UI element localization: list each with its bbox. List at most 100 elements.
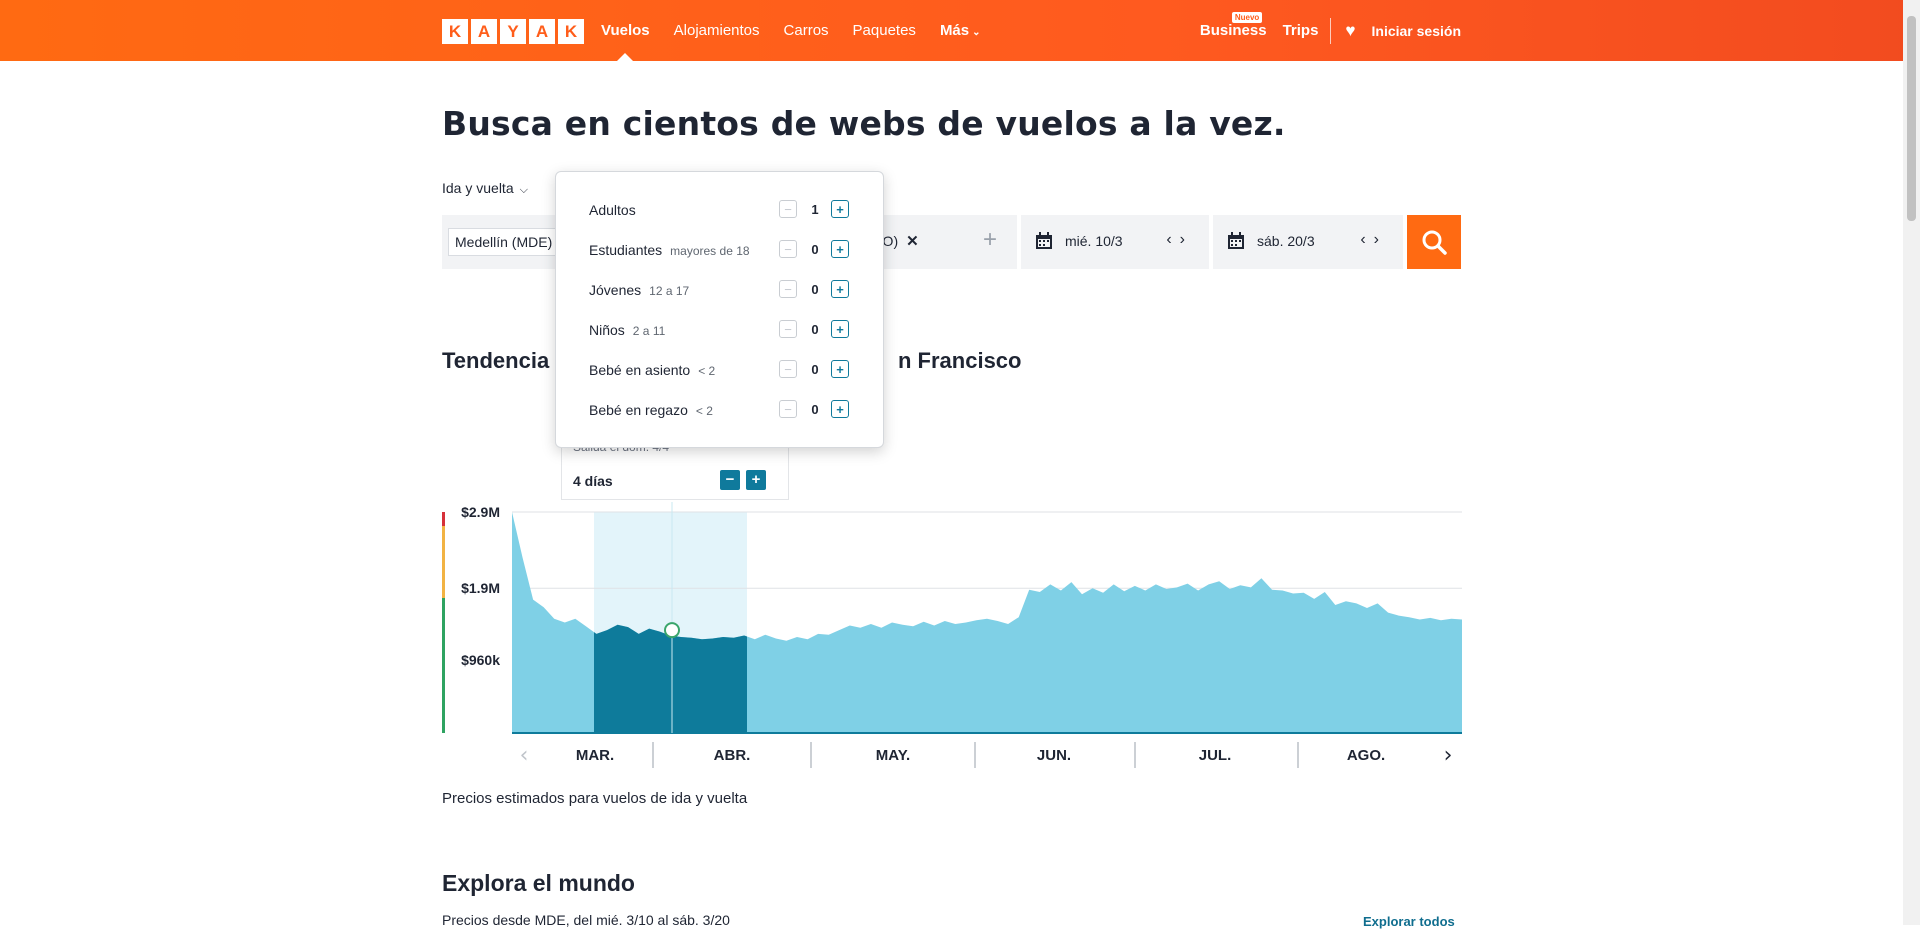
logo-letter: Y (500, 19, 526, 44)
depart-date: mié. 10/3 (1065, 233, 1123, 249)
calendar-icon (1036, 232, 1052, 249)
decrement-button[interactable]: − (779, 240, 797, 258)
chevron-left-icon[interactable]: ‹ (520, 743, 529, 768)
chevron-right-icon[interactable]: › (1444, 743, 1453, 768)
return-date: sáb. 20/3 (1257, 233, 1315, 249)
selected-point (664, 622, 680, 639)
date-arrows[interactable]: ‹› (1360, 231, 1387, 249)
calendar-icon (1228, 232, 1244, 249)
new-badge: Nuevo (1231, 12, 1263, 23)
travelers-popover: Adultos −1 + Estudiantes mayores de 18−0 + Jóv… (555, 171, 884, 448)
scrollbar[interactable] (1903, 0, 1920, 925)
decrement-button[interactable]: − (779, 320, 797, 338)
increase-days-button[interactable]: + (746, 470, 766, 490)
traveler-type: Niños (589, 322, 625, 338)
quantity-value: 0 (811, 282, 819, 297)
nav-carros[interactable]: Carros (784, 22, 829, 39)
y-tick-label: $2.9M (461, 504, 500, 520)
search-icon (1422, 230, 1447, 255)
decrement-button[interactable]: − (779, 280, 797, 298)
trend-title-start: Tendencia (442, 348, 550, 373)
trip-type-label: Ida y vuelta (442, 180, 514, 196)
y-tick-label: $960k (461, 652, 500, 668)
traveler-label: Jóvenes 12 a 17 (589, 282, 689, 298)
chevron-down-icon: ⌵ (519, 184, 528, 196)
increment-button[interactable]: + (831, 280, 849, 298)
date-arrows[interactable]: ‹› (1166, 231, 1193, 249)
quantity-stepper: −0 + (779, 320, 851, 340)
quantity-value: 0 (811, 242, 819, 257)
month-label: MAR. (576, 747, 614, 764)
business-link[interactable]: Business Nuevo (1199, 12, 1267, 39)
quantity-stepper: −1 + (779, 200, 851, 220)
price-level-bar-low (442, 598, 445, 733)
traveler-row: Bebé en asiento < 2 −0 + (589, 359, 849, 383)
quantity-stepper: −0 + (779, 280, 851, 300)
decrement-button[interactable]: − (779, 200, 797, 218)
traveler-label: Estudiantes mayores de 18 (589, 242, 750, 258)
logo-letter: A (529, 19, 555, 44)
trip-type-dropdown[interactable]: Ida y vuelta ⌵ (442, 180, 528, 197)
decrement-button[interactable]: − (779, 360, 797, 378)
explore-all-link[interactable]: Explorar todos (1363, 914, 1455, 929)
trend-title: Tendencia n Francisco (442, 348, 1021, 374)
divider (1330, 17, 1332, 44)
logo-letter: A (471, 19, 497, 44)
traveler-age: 12 a 17 (649, 284, 690, 298)
login-link[interactable]: Iniciar sesión (1372, 23, 1461, 39)
increment-button[interactable]: + (831, 400, 849, 418)
price-level-bar-mid (442, 526, 445, 598)
logo-letter: K (442, 19, 468, 44)
month-label: JUN. (1037, 747, 1071, 764)
nav-alojamientos[interactable]: Alojamientos (674, 22, 760, 39)
increment-button[interactable]: + (831, 240, 849, 258)
chart-caption: Precios estimados para vuelos de ida y v… (442, 790, 748, 807)
business-label: Business (1199, 22, 1267, 39)
trips-link[interactable]: Trips (1283, 22, 1319, 39)
price-trend-chart: $2.9M $1.9M $960k MAR. ABR. MAY. JUN. JUL. AGO. ‹… (440, 490, 1462, 790)
explore-subtitle: Precios desde MDE, del mié. 3/10 al sáb.… (442, 912, 730, 928)
add-icon[interactable]: + (983, 226, 997, 254)
increment-button[interactable]: + (831, 360, 849, 378)
top-header: K A Y A K Vuelos Alojamientos Carros Paq… (0, 0, 1920, 61)
origin-chip[interactable]: Medellín (MDE) (448, 228, 560, 256)
chart-svg: $2.9M $1.9M $960k MAR. ABR. MAY. JUN. JUL. AGO. ‹… (442, 502, 1462, 768)
user-nav: Business Nuevo Trips ♥ Iniciar sesión (1200, 0, 1461, 61)
quantity-value: 0 (811, 322, 819, 337)
tooltip-duration: 4 días (573, 473, 613, 489)
decrease-days-button[interactable]: − (720, 470, 740, 490)
nav-mas[interactable]: Más ⌄ (940, 22, 981, 39)
month-label: JUL. (1199, 747, 1232, 764)
trend-title-end: n Francisco (898, 348, 1022, 373)
logo-letter: K (558, 19, 584, 44)
traveler-age: < 2 (698, 364, 716, 378)
increment-button[interactable]: + (831, 200, 849, 218)
traveler-type: Estudiantes (589, 242, 663, 258)
traveler-row: Niños 2 a 11 −0 + (589, 319, 849, 343)
scrollbar-thumb[interactable] (1907, 16, 1916, 221)
traveler-row: Jóvenes 12 a 17 −0 + (589, 279, 849, 303)
return-date-field[interactable]: sáb. 20/3 ‹› (1213, 215, 1403, 269)
quantity-value: 0 (811, 402, 819, 417)
traveler-age: 2 a 11 (632, 324, 666, 338)
traveler-type: Bebé en regazo (589, 402, 688, 418)
increment-button[interactable]: + (831, 320, 849, 338)
chevron-down-icon: ⌄ (972, 27, 981, 38)
nav-vuelos[interactable]: Vuelos (601, 22, 650, 61)
traveler-type: Adultos (589, 202, 636, 218)
quantity-value: 0 (811, 362, 819, 377)
traveler-type: Jóvenes (589, 282, 642, 298)
depart-date-field[interactable]: mié. 10/3 ‹› (1021, 215, 1209, 269)
kayak-logo[interactable]: K A Y A K (442, 19, 584, 44)
traveler-label: Bebé en regazo < 2 (589, 402, 713, 418)
quantity-stepper: −0 + (779, 400, 851, 420)
heart-icon[interactable]: ♥ (1345, 21, 1355, 41)
search-button[interactable] (1407, 215, 1461, 269)
remove-icon[interactable]: ✕ (906, 233, 919, 250)
traveler-row: Estudiantes mayores de 18 −0 + (589, 239, 849, 263)
month-label: ABR. (714, 747, 751, 764)
traveler-row: Adultos −1 + (589, 199, 849, 223)
nav-paquetes[interactable]: Paquetes (853, 22, 916, 39)
decrement-button[interactable]: − (779, 400, 797, 418)
quantity-stepper: −0 + (779, 360, 851, 380)
